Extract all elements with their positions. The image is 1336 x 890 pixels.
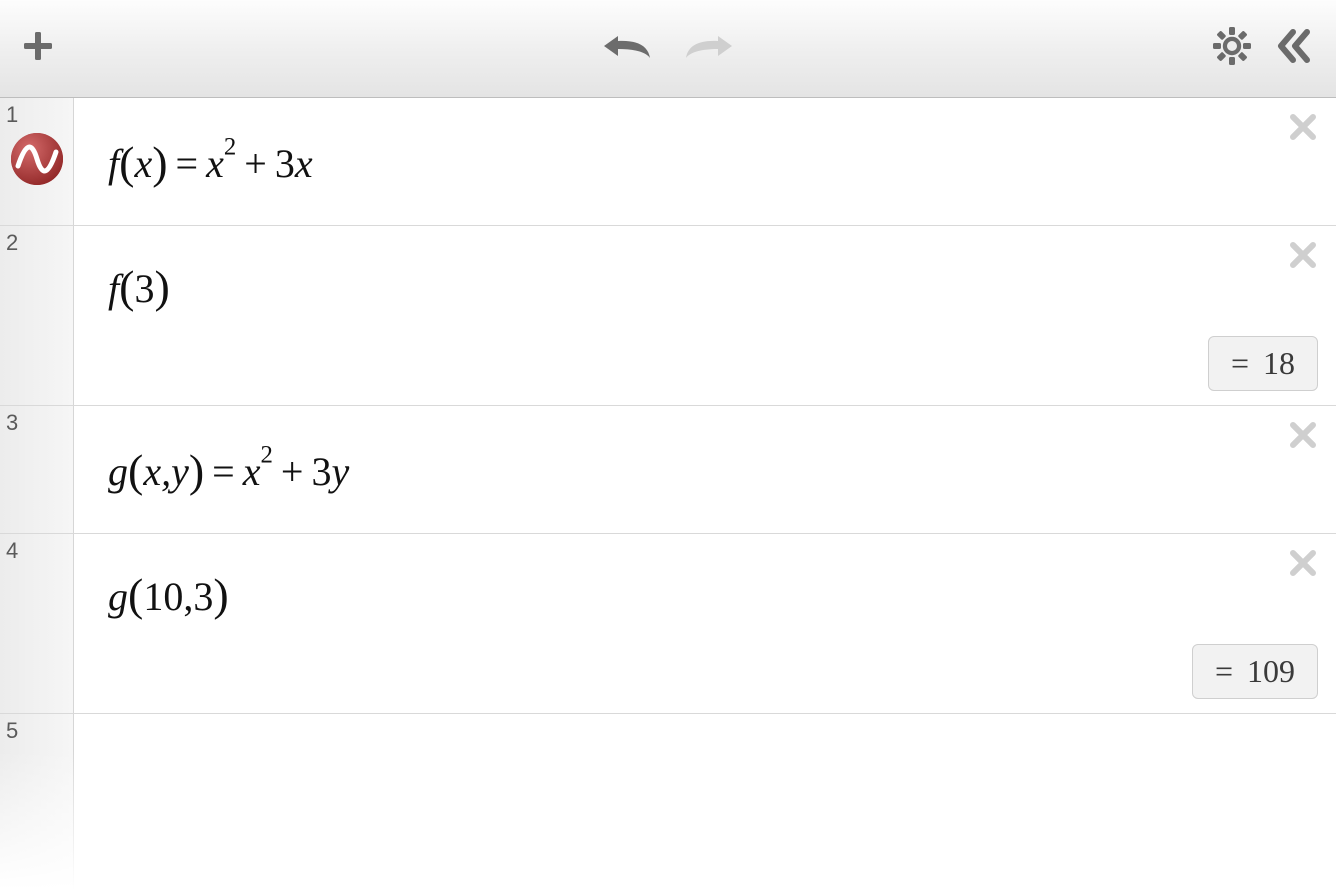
row-index: 1 (6, 102, 18, 128)
result-value: 18 (1263, 345, 1295, 382)
close-icon (1288, 420, 1318, 450)
result-badge[interactable]: = 109 (1192, 644, 1318, 699)
settings-button[interactable] (1212, 26, 1252, 71)
expression-row[interactable]: 5 (0, 714, 1336, 890)
undo-button[interactable] (600, 28, 654, 69)
redo-button[interactable] (682, 28, 736, 69)
expression-math[interactable]: g(x,y)=x2+3y (108, 449, 349, 494)
result-equals: = (1215, 653, 1233, 690)
expression-math[interactable]: f(3) (108, 266, 170, 311)
expression-row[interactable]: 2 f(3) = 18 (0, 226, 1336, 406)
row-gutter[interactable]: 4 (0, 534, 74, 713)
expression-cell[interactable]: f(x)=x2+3x (74, 98, 1336, 225)
expression-math[interactable]: g(10,3) (108, 574, 229, 619)
add-expression-button[interactable] (18, 26, 58, 71)
expression-cell[interactable]: g(10,3) = 109 (74, 534, 1336, 713)
gear-icon (1212, 26, 1252, 66)
close-icon (1288, 548, 1318, 578)
expression-row[interactable]: 1 (0, 98, 1336, 226)
row-gutter[interactable]: 2 (0, 226, 74, 405)
collapse-panel-button[interactable] (1274, 26, 1314, 71)
close-icon (1288, 112, 1318, 142)
expression-row[interactable]: 4 g(10,3) = 109 (0, 534, 1336, 714)
redo-icon (682, 28, 736, 64)
row-gutter[interactable]: 1 (0, 98, 74, 225)
delete-row-button[interactable] (1288, 420, 1318, 455)
row-gutter[interactable]: 5 (0, 714, 74, 890)
result-equals: = (1231, 345, 1249, 382)
expression-cell[interactable]: f(3) = 18 (74, 226, 1336, 405)
expression-cell[interactable]: g(x,y)=x2+3y (74, 406, 1336, 533)
expression-cell[interactable] (74, 714, 1336, 890)
row-index: 3 (6, 410, 18, 436)
row-index: 5 (6, 718, 18, 744)
result-badge[interactable]: = 18 (1208, 336, 1318, 391)
row-index: 2 (6, 230, 18, 256)
delete-row-button[interactable] (1288, 112, 1318, 147)
row-index: 4 (6, 538, 18, 564)
undo-icon (600, 28, 654, 64)
toolbar-center (600, 28, 736, 69)
toolbar-right (1212, 26, 1314, 71)
expression-panel: 1 (0, 98, 1336, 890)
function-color-icon[interactable] (10, 132, 64, 191)
chevron-double-left-icon (1274, 26, 1314, 66)
expression-row[interactable]: 3 g(x,y)=x2+3y (0, 406, 1336, 534)
delete-row-button[interactable] (1288, 548, 1318, 583)
close-icon (1288, 240, 1318, 270)
row-gutter[interactable]: 3 (0, 406, 74, 533)
delete-row-button[interactable] (1288, 240, 1318, 275)
expression-math[interactable]: f(x)=x2+3x (108, 141, 313, 186)
result-value: 109 (1247, 653, 1295, 690)
plus-icon (18, 26, 58, 66)
toolbar (0, 0, 1336, 98)
